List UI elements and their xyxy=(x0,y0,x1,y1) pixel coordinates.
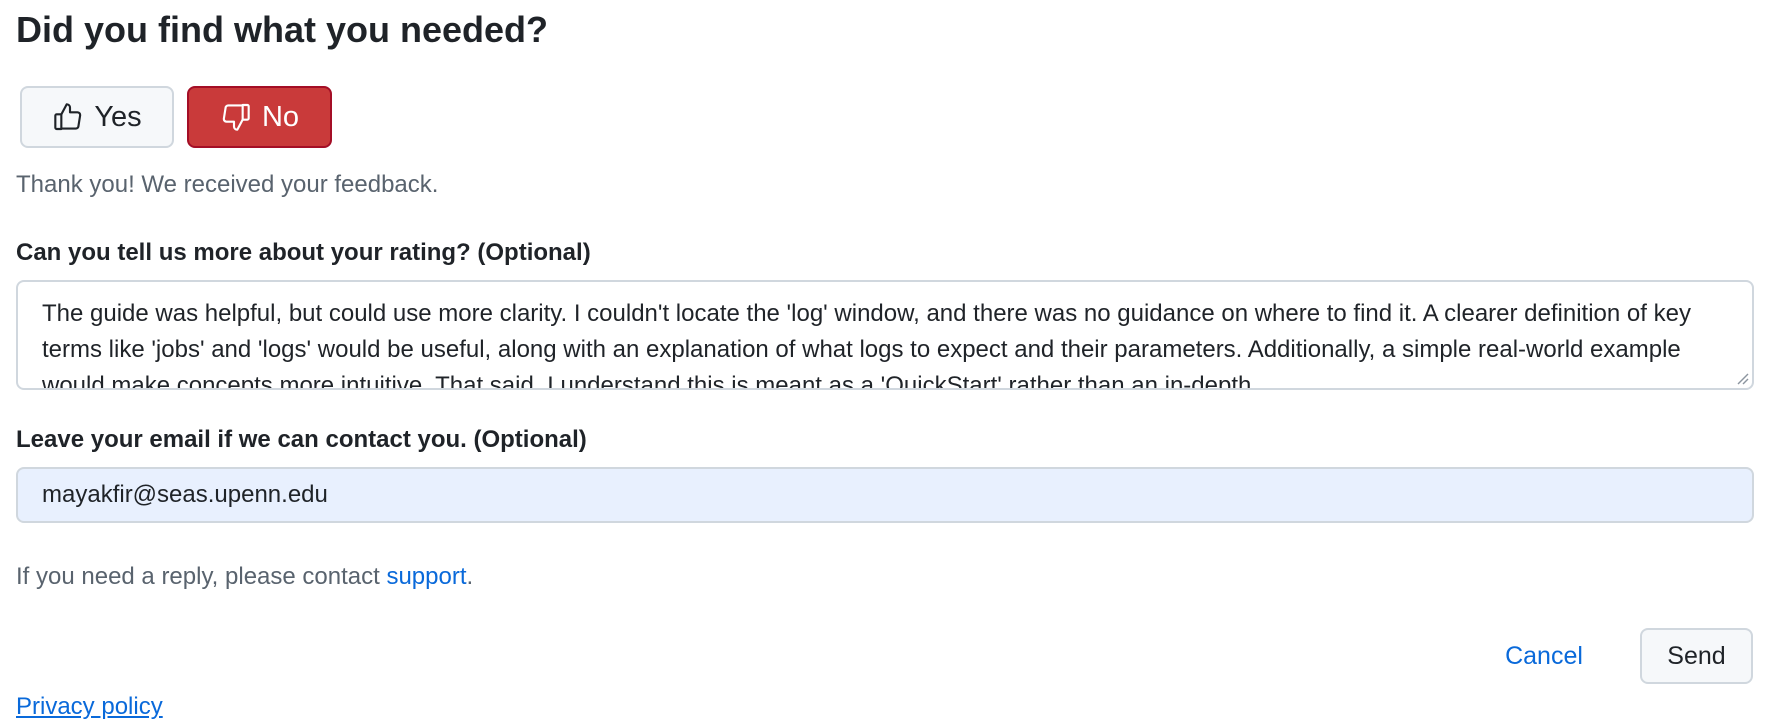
yes-button-label: Yes xyxy=(94,100,142,133)
email-label: Leave your email if we can contact you. … xyxy=(16,426,587,453)
no-button-label: No xyxy=(261,100,300,133)
thumbs-up-icon xyxy=(52,101,84,133)
thumbs-down-icon xyxy=(220,101,252,133)
yes-button[interactable]: Yes xyxy=(20,86,174,148)
reply-note-suffix: . xyxy=(466,563,474,590)
no-button[interactable]: No xyxy=(187,86,332,148)
reply-note: If you need a reply, please contact supp… xyxy=(16,562,473,592)
rating-details-label: Can you tell us more about your rating? … xyxy=(16,239,591,266)
feedback-confirmation: Thank you! We received your feedback. xyxy=(16,171,439,198)
resize-handle-icon[interactable] xyxy=(1734,370,1750,386)
privacy-policy-link[interactable]: Privacy policy xyxy=(16,692,163,722)
send-button[interactable]: Send xyxy=(1640,628,1753,684)
support-link[interactable]: support xyxy=(386,563,466,590)
page-title: Did you find what you needed? xyxy=(16,9,549,50)
cancel-button[interactable]: Cancel xyxy=(1482,628,1606,684)
reply-note-prefix: If you need a reply, please contact xyxy=(16,563,387,590)
rating-details-text: The guide was helpful, but could use mor… xyxy=(42,300,1691,390)
email-field[interactable] xyxy=(16,467,1754,523)
rating-details-textarea[interactable]: The guide was helpful, but could use mor… xyxy=(16,280,1754,390)
